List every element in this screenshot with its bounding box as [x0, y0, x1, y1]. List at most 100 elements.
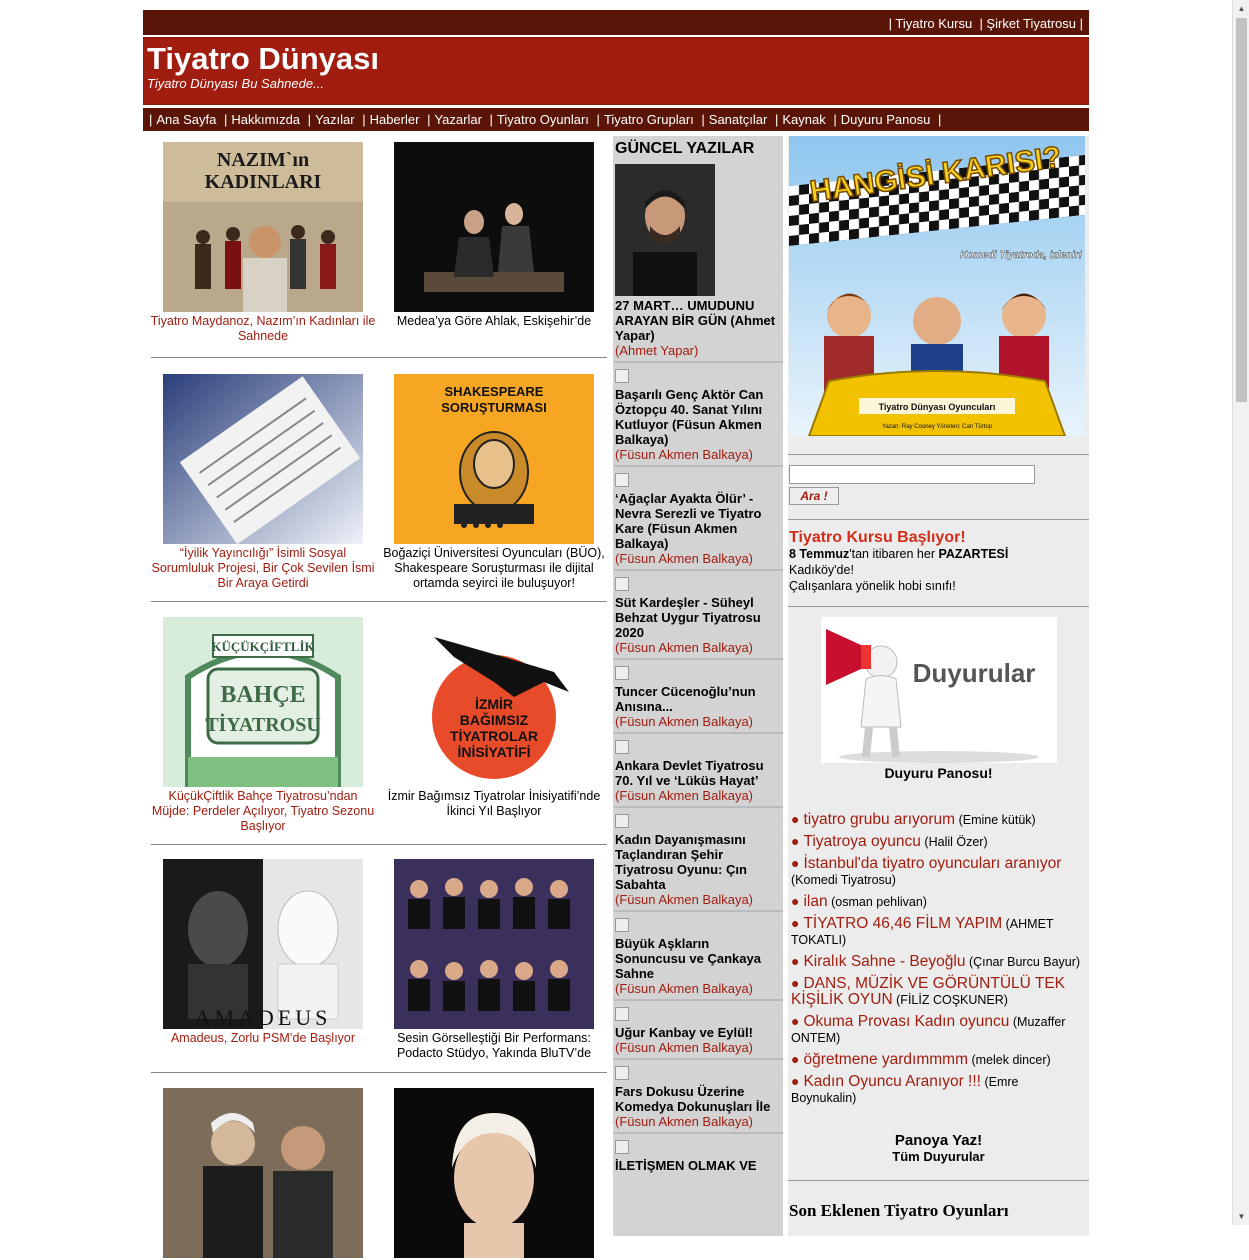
- news-card[interactable]: Sesin Görselleştiği Bir Performans: Poda…: [379, 859, 609, 1061]
- svg-text:NAZIM`ın: NAZIM`ın: [217, 149, 309, 171]
- article-title[interactable]: Büyük Aşkların Sonuncusu ve Çankaya Sahn…: [615, 936, 781, 981]
- news-caption[interactable]: Medea’ya Göre Ahlak, Eskişehir’de: [379, 314, 609, 329]
- news-image[interactable]: İZMİR BAĞIMSIZ TİYATROLAR İNİSİYATİFİ: [394, 617, 594, 787]
- article-item[interactable]: ‘Ağaçlar Ayakta Ölür’ - Nevra Serezli ve…: [614, 473, 783, 571]
- article-item[interactable]: Başarılı Genç Aktör Can Öztopçu 40. Sana…: [614, 369, 783, 467]
- article-title[interactable]: Kadın Dayanışmasını Taçlandıran Şehir Ti…: [615, 832, 781, 892]
- article-item[interactable]: Süt Kardeşler - Süheyl Behzat Uygur Tiya…: [614, 577, 783, 660]
- nav-tiyatro-gruplari[interactable]: Tiyatro Grupları: [604, 112, 694, 127]
- news-caption[interactable]: Boğaziçi Üniversitesi Oyuncuları (BÜO), …: [379, 546, 609, 591]
- scroll-up-icon[interactable]: ▲: [1233, 0, 1249, 17]
- panoya-yaz-link[interactable]: Panoya Yaz!: [788, 1132, 1089, 1149]
- article-title[interactable]: ‘Ağaçlar Ayakta Ölür’ - Nevra Serezli ve…: [615, 491, 781, 551]
- duyuru-link[interactable]: Kiralık Sahne - Beyoğlu: [803, 953, 965, 970]
- article-author[interactable]: (Füsun Akmen Balkaya): [615, 551, 781, 566]
- article-author[interactable]: (Füsun Akmen Balkaya): [615, 640, 781, 655]
- nav-hakkimizda[interactable]: Hakkımızda: [231, 112, 300, 127]
- duyuru-link[interactable]: TİYATRO 46,46 FİLM YAPIM: [803, 915, 1002, 932]
- article-author[interactable]: (Füsun Akmen Balkaya): [615, 892, 781, 907]
- news-card[interactable]: “İyilik Yayıncılığı” İsimli Sosyal Sorum…: [148, 374, 378, 591]
- broken-image-icon: [615, 577, 629, 591]
- news-card[interactable]: [379, 1088, 609, 1260]
- news-caption[interactable]: Amadeus, Zorlu PSM’de Başlıyor: [148, 1031, 378, 1046]
- duyuru-link[interactable]: İstanbul'da tiyatro oyuncuları aranıyor: [803, 855, 1061, 872]
- news-card[interactable]: AMADEUS Amadeus, Zorlu PSM’de Başlıyor: [148, 859, 378, 1046]
- page-scrollbar[interactable]: ▲ ▼: [1232, 0, 1249, 1225]
- article-title[interactable]: Fars Dokusu Üzerine Komedya Dokunuşları …: [615, 1084, 781, 1114]
- search-button[interactable]: Ara !: [789, 487, 839, 505]
- article-item[interactable]: Tuncer Cücenoğlu’nun Anısına... (Füsun A…: [614, 666, 783, 734]
- article-title[interactable]: Ankara Devlet Tiyatrosu 70. Yıl ve ‘Lükü…: [615, 758, 781, 788]
- article-author[interactable]: (Füsun Akmen Balkaya): [615, 981, 781, 996]
- author-photo[interactable]: [615, 164, 715, 296]
- article-title[interactable]: Süt Kardeşler - Süheyl Behzat Uygur Tiya…: [615, 595, 781, 640]
- play-banner[interactable]: HANGİSİ KARISI? Komedi Tiyatroda, izleni…: [789, 136, 1085, 436]
- tiyatro-kursu-link[interactable]: | Tiyatro Kursu: [889, 16, 973, 31]
- article-title[interactable]: 27 MART… UMUDUNU ARAYAN BİR GÜN (Ahmet Y…: [615, 298, 781, 343]
- nav-yazarlar[interactable]: Yazarlar: [434, 112, 481, 127]
- son-eklenen-title: Son Eklenen Tiyatro Oyunları: [788, 1180, 1089, 1221]
- duyuru-panosu-title: Duyuru Panosu!: [884, 765, 993, 781]
- article-item[interactable]: 27 MART… UMUDUNU ARAYAN BİR GÜN (Ahmet Y…: [614, 164, 783, 363]
- article-item[interactable]: Uğur Kanbay ve Eylül! (Füsun Akmen Balka…: [614, 1007, 783, 1060]
- news-image[interactable]: [163, 1088, 363, 1258]
- news-caption[interactable]: KüçükÇiftlik Bahçe Tiyatrosu’ndan Müjde:…: [148, 789, 378, 834]
- article-title[interactable]: Başarılı Genç Aktör Can Öztopçu 40. Sana…: [615, 387, 781, 447]
- duyurular-image[interactable]: Duyurular: [820, 617, 1057, 763]
- news-image[interactable]: SHAKESPEARE SORUŞTURMASI: [394, 374, 594, 544]
- article-author[interactable]: (Füsun Akmen Balkaya): [615, 1040, 781, 1055]
- news-caption[interactable]: “İyilik Yayıncılığı” İsimli Sosyal Sorum…: [148, 546, 378, 591]
- article-item[interactable]: Ankara Devlet Tiyatrosu 70. Yıl ve ‘Lükü…: [614, 740, 783, 808]
- duyuru-link[interactable]: Okuma Provası Kadın oyuncu: [803, 1013, 1009, 1030]
- nav-ana-sayfa[interactable]: Ana Sayfa: [156, 112, 216, 127]
- duyuru-link[interactable]: öğretmene yardımmmm: [803, 1051, 968, 1068]
- article-item[interactable]: Fars Dokusu Üzerine Komedya Dokunuşları …: [614, 1066, 783, 1134]
- duyuru-link[interactable]: ilan: [803, 893, 827, 910]
- nav-haberler[interactable]: Haberler: [370, 112, 420, 127]
- article-author[interactable]: (Füsun Akmen Balkaya): [615, 1114, 781, 1129]
- article-title[interactable]: Uğur Kanbay ve Eylül!: [615, 1025, 781, 1040]
- nav-kaynak[interactable]: Kaynak: [782, 112, 825, 127]
- scroll-down-icon[interactable]: ▼: [1233, 1208, 1249, 1225]
- news-image[interactable]: [394, 142, 594, 312]
- page-wrapper: | Tiyatro Kursu | Şirket Tiyatrosu | Tiy…: [143, 10, 1089, 1258]
- news-image[interactable]: [394, 1088, 594, 1258]
- news-card[interactable]: KÜÇÜKÇİFTLİK BAHÇE TİYATROSU KüçükÇiftli…: [148, 617, 378, 834]
- article-author[interactable]: (Füsun Akmen Balkaya): [615, 788, 781, 803]
- news-card[interactable]: SHAKESPEARE SORUŞTURMASI Boğaziçi Üniver…: [379, 374, 609, 591]
- news-card[interactable]: Medea’ya Göre Ahlak, Eskişehir’de: [379, 142, 609, 329]
- site-title[interactable]: Tiyatro Dünyası: [147, 41, 1085, 77]
- news-image[interactable]: NAZIM`ın KADINLARI: [163, 142, 363, 312]
- sirket-tiyatrosu-link[interactable]: | Şirket Tiyatrosu |: [979, 16, 1083, 31]
- kurs-title[interactable]: Tiyatro Kursu Başlıyor!: [789, 530, 1089, 546]
- nav-sanatcilar[interactable]: Sanatçılar: [709, 112, 768, 127]
- article-item[interactable]: Büyük Aşkların Sonuncusu ve Çankaya Sahn…: [614, 918, 783, 1001]
- tum-duyurular-link[interactable]: Tüm Duyurular: [788, 1149, 1089, 1164]
- duyuru-link[interactable]: Tiyatroya oyuncu: [803, 833, 920, 850]
- news-card[interactable]: İZMİR BAĞIMSIZ TİYATROLAR İNİSİYATİFİ İz…: [379, 617, 609, 819]
- news-caption[interactable]: İzmir Bağımsız Tiyatrolar İnisiyatifi’nd…: [379, 789, 609, 819]
- nav-tiyatro-oyunlari[interactable]: Tiyatro Oyunları: [497, 112, 589, 127]
- article-title[interactable]: İLETİŞMEN OLMAK VE: [615, 1158, 781, 1173]
- nav-yazilar[interactable]: Yazılar: [315, 112, 355, 127]
- duyuru-link[interactable]: Kadın Oyuncu Aranıyor !!!: [803, 1073, 981, 1090]
- article-item[interactable]: İLETİŞMEN OLMAK VE: [614, 1140, 783, 1176]
- news-caption[interactable]: Tiyatro Maydanoz, Nazım’ın Kadınları ile…: [148, 314, 378, 344]
- scrollbar-thumb[interactable]: [1236, 18, 1247, 402]
- news-card[interactable]: [148, 1088, 378, 1260]
- guncel-title: GÜNCEL YAZILAR: [615, 140, 755, 157]
- news-image[interactable]: [163, 374, 363, 544]
- news-card[interactable]: NAZIM`ın KADINLARI Tiyatro Maydanoz, Naz…: [148, 142, 378, 344]
- article-author[interactable]: (Ahmet Yapar): [615, 343, 781, 358]
- news-image[interactable]: AMADEUS: [163, 859, 363, 1029]
- nav-duyuru-panosu[interactable]: Duyuru Panosu: [841, 112, 931, 127]
- news-image[interactable]: [394, 859, 594, 1029]
- duyuru-link[interactable]: tiyatro grubu arıyorum: [803, 811, 955, 828]
- news-caption[interactable]: Sesin Görselleştiği Bir Performans: Poda…: [379, 1031, 609, 1061]
- article-title[interactable]: Tuncer Cücenoğlu’nun Anısına...: [615, 684, 781, 714]
- news-image[interactable]: KÜÇÜKÇİFTLİK BAHÇE TİYATROSU: [163, 617, 363, 787]
- article-author[interactable]: (Füsun Akmen Balkaya): [615, 714, 781, 729]
- article-item[interactable]: Kadın Dayanışmasını Taçlandıran Şehir Ti…: [614, 814, 783, 912]
- article-author[interactable]: (Füsun Akmen Balkaya): [615, 447, 781, 462]
- search-input[interactable]: [789, 465, 1035, 484]
